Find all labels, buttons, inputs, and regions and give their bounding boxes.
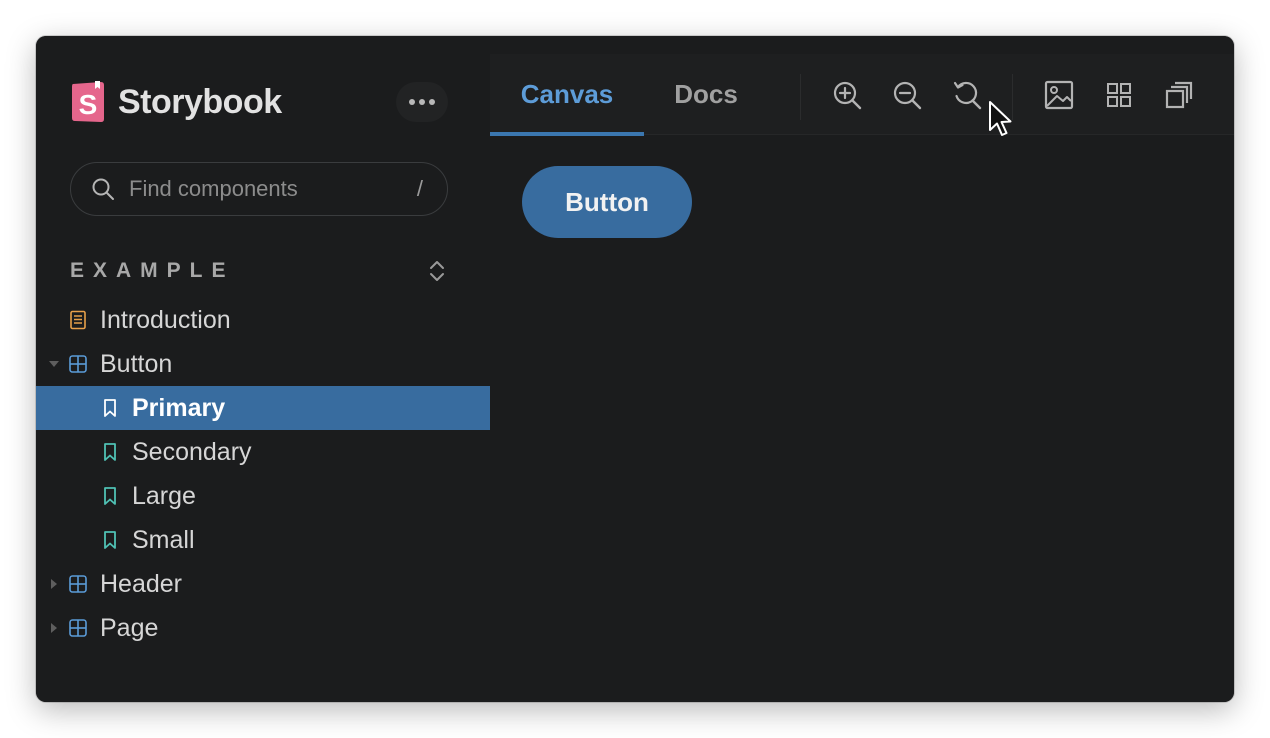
caret-right-icon bbox=[51, 623, 57, 633]
caret-right-icon bbox=[51, 579, 57, 589]
bookmark-icon bbox=[104, 531, 116, 549]
tree-item-label: Primary bbox=[132, 394, 226, 422]
ellipsis-icon bbox=[409, 99, 435, 105]
zoom-in-icon bbox=[833, 81, 862, 110]
tree-item-label: Page bbox=[100, 614, 159, 642]
zoom-reset-button[interactable] bbox=[948, 76, 986, 114]
tree-item-secondary[interactable]: Secondary bbox=[36, 430, 490, 474]
more-options-button[interactable] bbox=[396, 82, 448, 122]
toolbar-divider bbox=[800, 74, 801, 120]
brand[interactable]: S Storybook bbox=[70, 80, 282, 124]
background-button[interactable] bbox=[1040, 76, 1078, 114]
tree-item-primary[interactable]: Primary bbox=[36, 386, 490, 430]
tab-docs[interactable]: Docs bbox=[644, 54, 768, 134]
bookmark-icon bbox=[104, 399, 116, 417]
tree-item-label: Introduction bbox=[100, 306, 231, 334]
main-panel: Canvas Docs Button bbox=[490, 36, 1234, 702]
tab-canvas[interactable]: Canvas bbox=[490, 54, 644, 136]
bookmark-icon bbox=[104, 487, 116, 505]
expand-collapse-icon[interactable] bbox=[426, 258, 448, 284]
section-title: EXAMPLE bbox=[70, 259, 235, 282]
section-header[interactable]: EXAMPLE bbox=[70, 256, 448, 286]
tree-item-button[interactable]: Button bbox=[36, 342, 490, 386]
brand-name: Storybook bbox=[118, 82, 282, 121]
grid-icon bbox=[1107, 83, 1131, 107]
zoom-out-icon bbox=[893, 81, 922, 110]
search-shortcut-hint: / bbox=[416, 176, 423, 201]
tree-item-small[interactable]: Small bbox=[36, 518, 490, 562]
search-input[interactable] bbox=[127, 175, 381, 203]
zoom-in-button[interactable] bbox=[828, 76, 866, 114]
tree-item-label: Large bbox=[132, 482, 196, 510]
component-icon bbox=[69, 355, 87, 373]
caret-down-icon bbox=[49, 361, 59, 367]
sidebar: S Storybook / EXAMPLE bbox=[36, 36, 490, 702]
zoom-reset-icon bbox=[953, 81, 982, 110]
bookmark-icon bbox=[104, 443, 116, 461]
preview-button[interactable]: Button bbox=[522, 166, 692, 238]
document-icon bbox=[70, 310, 86, 330]
tree-item-label: Button bbox=[100, 350, 173, 378]
outline-icon bbox=[1165, 81, 1193, 109]
component-icon bbox=[69, 575, 87, 593]
tree-item-label: Small bbox=[132, 526, 195, 554]
component-icon bbox=[69, 619, 87, 637]
toolbar: Canvas Docs bbox=[490, 54, 1234, 136]
tree-item-page[interactable]: Page bbox=[36, 606, 490, 650]
component-tree: Introduction Button Primary Secondary La… bbox=[36, 298, 490, 650]
logo-letter: S bbox=[79, 89, 98, 120]
tree-item-large[interactable]: Large bbox=[36, 474, 490, 518]
tree-item-introduction[interactable]: Introduction bbox=[36, 298, 490, 342]
grid-button[interactable] bbox=[1100, 76, 1138, 114]
storybook-window: S Storybook / EXAMPLE bbox=[36, 36, 1234, 702]
storybook-logo: S bbox=[72, 81, 104, 122]
mouse-cursor-icon bbox=[989, 101, 1012, 136]
tree-item-label: Secondary bbox=[132, 438, 252, 466]
zoom-out-button[interactable] bbox=[888, 76, 926, 114]
search-icon bbox=[92, 178, 114, 200]
background-image-icon bbox=[1044, 80, 1074, 110]
tree-item-label: Header bbox=[100, 570, 182, 598]
tree-item-header[interactable]: Header bbox=[36, 562, 490, 606]
outline-button[interactable] bbox=[1160, 76, 1198, 114]
search-box[interactable]: / bbox=[70, 162, 448, 216]
